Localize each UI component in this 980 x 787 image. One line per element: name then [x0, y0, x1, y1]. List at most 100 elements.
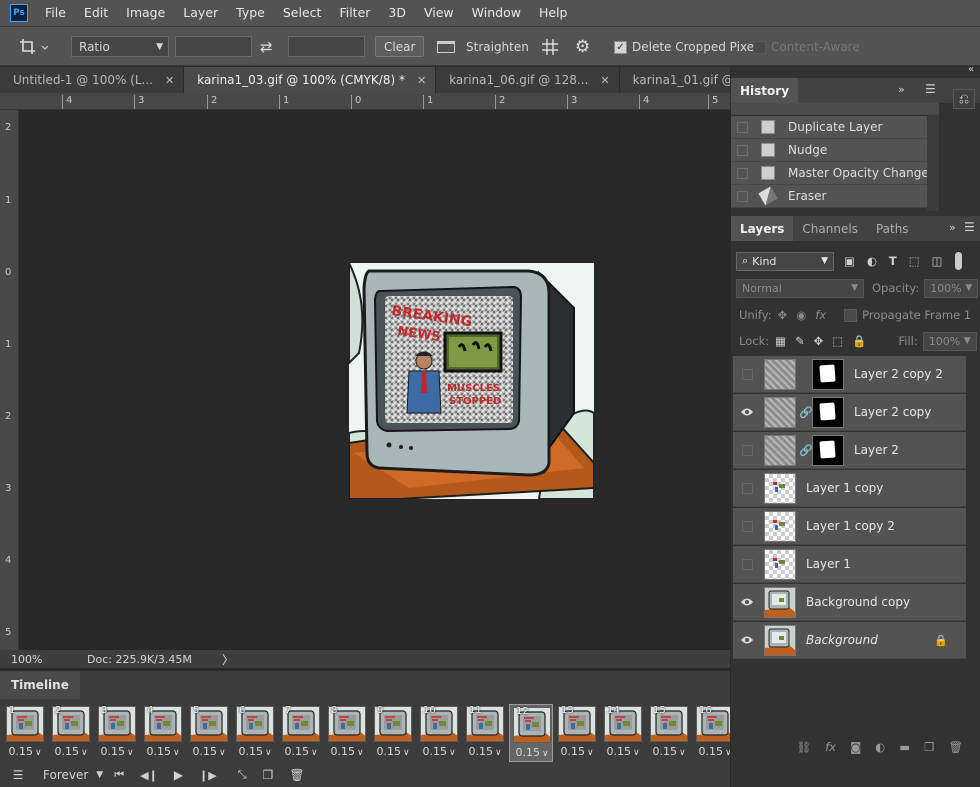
animation-frame[interactable]: 6 0.15 ∨ [233, 704, 277, 762]
first-frame-icon[interactable]: ⏮ [114, 768, 124, 782]
loop-select[interactable]: Forever [43, 768, 88, 782]
animation-frame[interactable]: 9 0.15 ∨ [371, 704, 415, 762]
frame-delay[interactable]: 0.15 ∨ [279, 745, 323, 758]
layer-name[interactable]: Layer 1 [806, 557, 851, 571]
new-group-icon[interactable]: ▬ [899, 740, 910, 754]
frame-delay[interactable]: 0.15 ∨ [95, 745, 139, 758]
new-layer-icon[interactable]: ❐ [924, 740, 934, 754]
trash-icon[interactable]: 🗑 [289, 768, 304, 782]
history-scrollbar[interactable] [927, 115, 939, 211]
history-item-partial[interactable] [731, 103, 939, 115]
layer-row[interactable]: Layer 2 copy 2 [733, 356, 966, 393]
shape-filter-icon[interactable]: ⬚ [909, 254, 920, 268]
frame-delay[interactable]: 0.15 ∨ [141, 745, 185, 758]
panel-menu-icon[interactable]: ☰ [925, 82, 936, 96]
previous-frame-icon[interactable]: ◀❙ [140, 769, 158, 782]
delete-layer-icon[interactable]: 🗑 [948, 740, 963, 754]
layer-name[interactable]: Layer 2 copy 2 [854, 367, 943, 381]
close-icon[interactable]: ✕ [165, 74, 174, 87]
crop-tool-icon[interactable] [18, 36, 48, 58]
link-layers-icon[interactable]: ⛓ [797, 740, 812, 754]
frame-delay[interactable]: 0.15 ∨ [325, 745, 369, 758]
straighten-button[interactable]: Straighten [437, 36, 529, 58]
tab-layers[interactable]: Layers [731, 216, 794, 241]
animation-frame[interactable]: 4 0.15 ∨ [141, 704, 185, 762]
type-filter-icon[interactable]: T [889, 254, 897, 268]
tab-history[interactable]: History [731, 78, 799, 103]
animation-frame[interactable]: 7 0.15 ∨ [279, 704, 323, 762]
overlay-grid-icon[interactable] [540, 36, 560, 58]
lock-pixels-icon[interactable]: ✎ [795, 334, 805, 348]
smart-object-filter-icon[interactable]: ◫ [932, 254, 943, 268]
menu-3d[interactable]: 3D [379, 0, 415, 26]
delete-cropped-checkbox[interactable]: ✓ Delete Cropped Pixels [614, 36, 764, 58]
tab-paths[interactable]: Paths [867, 216, 918, 241]
menu-select[interactable]: Select [274, 0, 331, 26]
layer-row[interactable]: 🔗 Layer 2 [733, 432, 966, 469]
lock-artboard-icon[interactable]: ⬚ [832, 334, 843, 348]
frame-delay[interactable]: 0.15 ∨ [49, 745, 93, 758]
history-snapshot-checkbox[interactable] [737, 167, 748, 179]
menu-view[interactable]: View [415, 0, 463, 26]
frame-delay[interactable]: 0.15 ∨ [463, 745, 507, 758]
menu-type[interactable]: Type [227, 0, 274, 26]
layer-row[interactable]: Layer 1 copy 2 [733, 508, 966, 545]
visibility-toggle[interactable] [733, 508, 761, 544]
lock-all-icon[interactable]: 🔒 [852, 334, 866, 348]
unify-visibility-icon[interactable]: ◉ [796, 308, 806, 322]
animation-frame[interactable]: 11 0.15 ∨ [463, 704, 507, 762]
menu-edit[interactable]: Edit [75, 0, 117, 26]
zoom-level[interactable]: 100% [11, 653, 87, 666]
document-tab[interactable]: karina1_06.gif @ 128... ✕ [436, 67, 620, 93]
height-field[interactable] [288, 36, 365, 57]
history-item[interactable]: Eraser [731, 185, 939, 208]
document-tab[interactable]: karina1_03.gif @ 100% (CMYK/8) * ✕ [184, 67, 437, 93]
animation-frame[interactable]: 14 0.15 ∨ [601, 704, 645, 762]
swap-icon[interactable]: ⇄ [260, 36, 273, 58]
layer-mask-thumbnail[interactable] [812, 396, 844, 428]
layers-menu-icon[interactable]: ☰ [964, 220, 975, 234]
adjustment-layer-icon[interactable]: ◐ [875, 740, 885, 754]
frame-delay[interactable]: 0.15 ∨ [3, 745, 47, 758]
menu-layer[interactable]: Layer [174, 0, 227, 26]
frame-delay[interactable]: 0.15 ∨ [647, 745, 691, 758]
ratio-select[interactable]: Ratio ▼ [71, 36, 169, 57]
animation-frame[interactable]: 8 0.15 ∨ [325, 704, 369, 762]
animation-frame[interactable]: 2 0.15 ∨ [49, 704, 93, 762]
frame-delay[interactable]: 0.15 ∨ [601, 745, 645, 758]
animation-frame[interactable]: 1 0.15 ∨ [3, 704, 47, 762]
frame-delay[interactable]: 0.15 ∨ [555, 745, 599, 758]
visibility-toggle[interactable] [733, 356, 761, 392]
layer-name[interactable]: Layer 1 copy 2 [806, 519, 895, 533]
animation-frame[interactable]: 12 0.15 ∨ [509, 704, 553, 762]
tab-channels[interactable]: Channels [793, 216, 867, 241]
layers-collapse-icon[interactable]: » [949, 221, 956, 234]
menu-filter[interactable]: Filter [330, 0, 379, 26]
propagate-checkbox[interactable] [844, 308, 858, 322]
timeline-menu-icon[interactable]: ☰ [10, 768, 26, 782]
blend-mode-select[interactable]: Normal ▼ [736, 278, 864, 298]
eye-icon[interactable] [733, 584, 761, 620]
gear-icon[interactable]: ⚙ [575, 36, 590, 58]
menu-window[interactable]: Window [463, 0, 530, 26]
layer-row[interactable]: Layer 1 [733, 546, 966, 583]
layer-row[interactable]: Background 🔒 [733, 622, 966, 659]
collapse-arrows-icon[interactable]: » [898, 83, 905, 96]
visibility-toggle[interactable] [733, 432, 761, 468]
eye-icon[interactable] [733, 394, 761, 430]
layer-mask-thumbnail[interactable] [812, 434, 844, 466]
menu-file[interactable]: File [36, 0, 75, 26]
document-artwork[interactable]: BREAKING NEWS MUSCLES STOPPED [349, 263, 594, 499]
tween-icon[interactable]: ⤡ [238, 768, 247, 782]
document-tab[interactable]: Untitled-1 @ 100% (L... ✕ [0, 67, 185, 93]
layer-name[interactable]: Layer 1 copy [806, 481, 883, 495]
frame-delay[interactable]: 0.15 ∨ [233, 745, 277, 758]
play-icon[interactable]: ▶ [174, 768, 183, 782]
lock-position-icon[interactable]: ✥ [814, 334, 824, 348]
animation-frame[interactable]: 13 0.15 ∨ [555, 704, 599, 762]
animation-frame[interactable]: 5 0.15 ∨ [187, 704, 231, 762]
chain-link-icon[interactable]: 🔗 [799, 444, 813, 457]
next-frame-icon[interactable]: ❙▶ [199, 769, 217, 782]
layer-row[interactable]: Layer 1 copy [733, 470, 966, 507]
animation-frame[interactable]: 3 0.15 ∨ [95, 704, 139, 762]
